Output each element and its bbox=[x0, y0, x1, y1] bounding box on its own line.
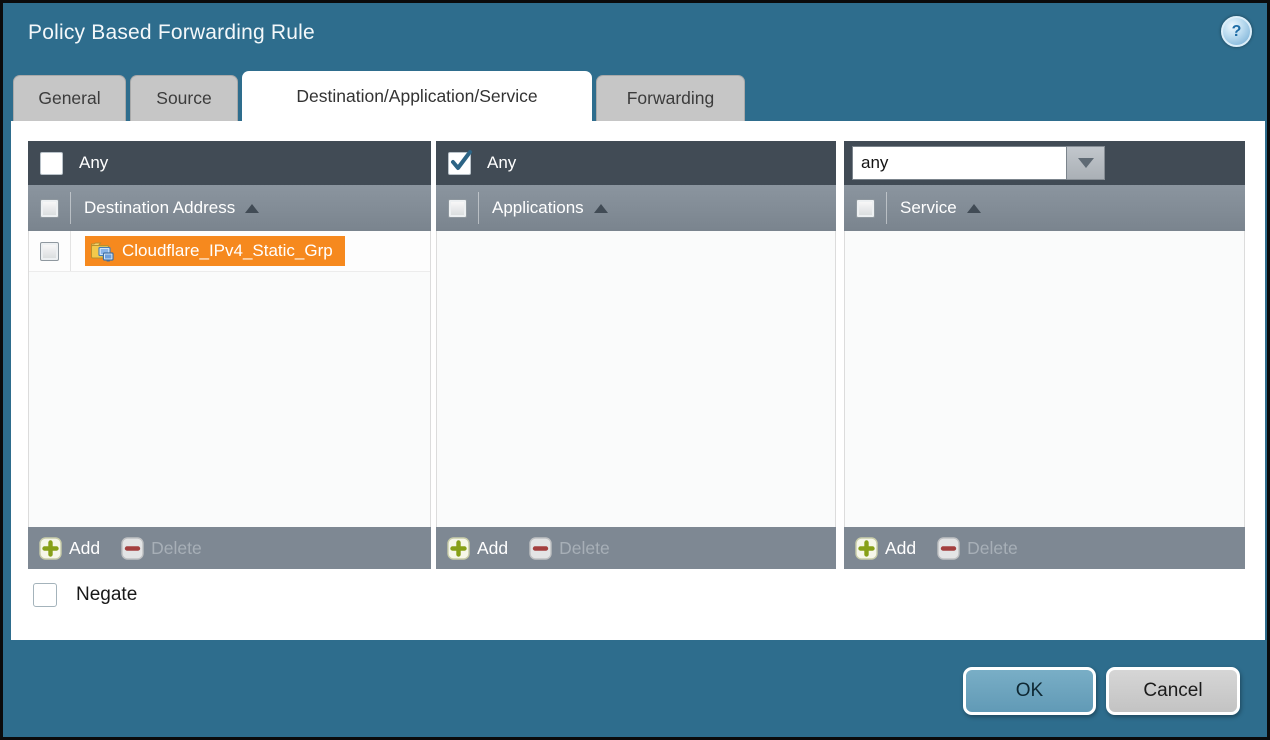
destination-column-header[interactable]: Destination Address bbox=[84, 198, 235, 218]
destination-header-row: Destination Address bbox=[28, 185, 431, 231]
applications-header-row: Applications bbox=[436, 185, 836, 231]
service-dropdown-value[interactable]: any bbox=[852, 146, 1067, 180]
ok-button[interactable]: OK bbox=[963, 667, 1096, 715]
checkmark-icon bbox=[450, 148, 474, 174]
service-column: any Service Add bbox=[844, 141, 1245, 569]
destination-address-column: Any Destination Address bbox=[28, 141, 431, 569]
service-list bbox=[844, 231, 1245, 527]
delete-icon bbox=[529, 537, 552, 560]
add-icon bbox=[447, 537, 470, 560]
service-header-row: Service bbox=[844, 185, 1245, 231]
service-footer: Add Delete bbox=[844, 527, 1245, 569]
tab-general[interactable]: General bbox=[13, 75, 126, 121]
destination-footer: Add Delete bbox=[28, 527, 431, 569]
cancel-button[interactable]: Cancel bbox=[1106, 667, 1240, 715]
destination-list: Cloudflare_IPv4_Static_Grp bbox=[28, 231, 431, 527]
address-group-name: Cloudflare_IPv4_Static_Grp bbox=[122, 241, 333, 261]
header-separator bbox=[886, 192, 887, 224]
negate-label: Negate bbox=[76, 584, 137, 606]
applications-footer: Add Delete bbox=[436, 527, 836, 569]
tab-bar: General Source Destination/Application/S… bbox=[13, 71, 745, 121]
applications-any-checkbox[interactable] bbox=[448, 152, 471, 175]
selected-address-group-chip[interactable]: Cloudflare_IPv4_Static_Grp bbox=[85, 236, 345, 266]
negate-checkbox[interactable] bbox=[33, 583, 57, 607]
delete-label: Delete bbox=[967, 538, 1018, 559]
add-icon bbox=[855, 537, 878, 560]
destination-any-checkbox[interactable] bbox=[40, 152, 63, 175]
delete-icon bbox=[121, 537, 144, 560]
sort-ascending-icon[interactable] bbox=[245, 204, 259, 213]
applications-column-header[interactable]: Applications bbox=[492, 198, 584, 218]
applications-any-label: Any bbox=[487, 153, 516, 173]
applications-list bbox=[436, 231, 836, 527]
dialog-title: Policy Based Forwarding Rule bbox=[28, 21, 315, 45]
applications-column: Any Applications Add bbox=[436, 141, 836, 569]
applications-add-button[interactable]: Add bbox=[447, 537, 508, 560]
chevron-down-icon bbox=[1078, 158, 1094, 168]
policy-based-forwarding-rule-dialog: Policy Based Forwarding Rule ? General S… bbox=[0, 0, 1270, 740]
sort-ascending-icon[interactable] bbox=[967, 204, 981, 213]
service-any-dropdown: any bbox=[852, 146, 1105, 180]
applications-delete-button[interactable]: Delete bbox=[529, 537, 610, 560]
destination-select-all-checkbox[interactable] bbox=[40, 199, 59, 218]
destination-list-item[interactable]: Cloudflare_IPv4_Static_Grp bbox=[29, 231, 430, 272]
add-icon bbox=[39, 537, 62, 560]
destination-any-label: Any bbox=[79, 153, 108, 173]
destination-item-checkbox[interactable] bbox=[40, 242, 59, 261]
tab-content-panel: Any Destination Address bbox=[11, 121, 1265, 640]
help-icon[interactable]: ? bbox=[1221, 16, 1252, 47]
address-group-icon bbox=[90, 241, 115, 262]
tab-source[interactable]: Source bbox=[130, 75, 238, 121]
applications-any-row: Any bbox=[436, 141, 836, 185]
destination-delete-button[interactable]: Delete bbox=[121, 537, 202, 560]
negate-option: Negate bbox=[33, 583, 137, 607]
sort-ascending-icon[interactable] bbox=[594, 204, 608, 213]
delete-label: Delete bbox=[559, 538, 610, 559]
tab-destination-application-service[interactable]: Destination/Application/Service bbox=[242, 71, 592, 121]
delete-icon bbox=[937, 537, 960, 560]
add-label: Add bbox=[885, 538, 916, 559]
header-separator bbox=[478, 192, 479, 224]
service-add-button[interactable]: Add bbox=[855, 537, 916, 560]
add-label: Add bbox=[69, 538, 100, 559]
service-select-all-checkbox[interactable] bbox=[856, 199, 875, 218]
destination-add-button[interactable]: Add bbox=[39, 537, 100, 560]
destination-any-row: Any bbox=[28, 141, 431, 185]
delete-label: Delete bbox=[151, 538, 202, 559]
service-any-row: any bbox=[844, 141, 1245, 185]
header-separator bbox=[70, 192, 71, 224]
entry-separator bbox=[70, 231, 71, 271]
service-column-header[interactable]: Service bbox=[900, 198, 957, 218]
service-dropdown-button[interactable] bbox=[1067, 146, 1105, 180]
service-delete-button[interactable]: Delete bbox=[937, 537, 1018, 560]
tab-forwarding[interactable]: Forwarding bbox=[596, 75, 745, 121]
applications-select-all-checkbox[interactable] bbox=[448, 199, 467, 218]
add-label: Add bbox=[477, 538, 508, 559]
